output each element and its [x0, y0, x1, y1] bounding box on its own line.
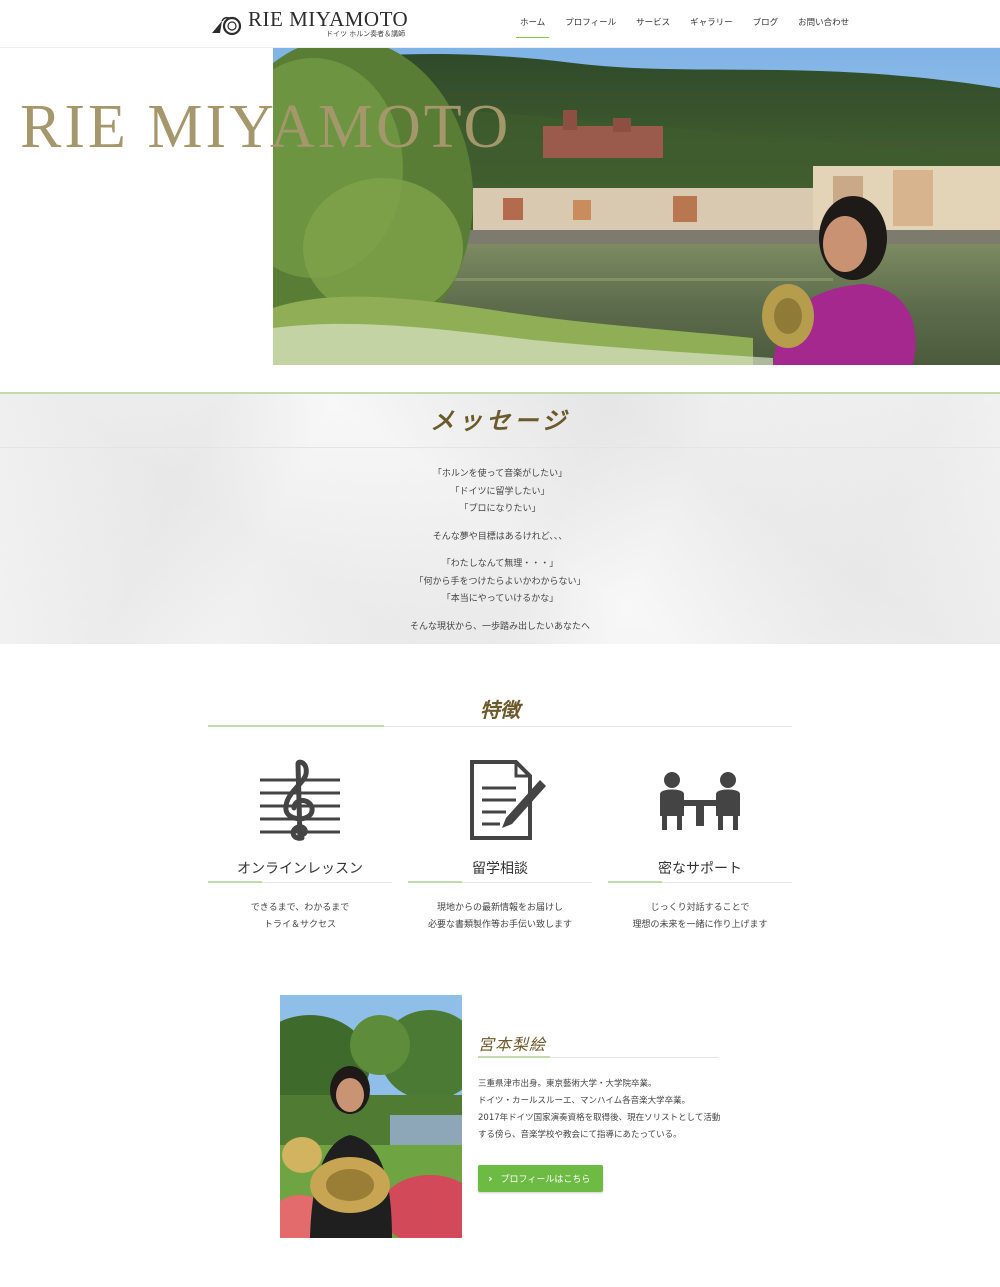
nav-item-profile[interactable]: プロフィール	[561, 0, 620, 48]
feature-desc: 現地からの最新情報をお届けし 必要な書類製作等お手伝い致します	[408, 900, 592, 934]
profile-bio-line: 三重県津市出身。東京藝術大学・大学院卒業。	[478, 1079, 657, 1089]
feature-name: 留学相談	[472, 861, 528, 877]
profile-bio-line: する傍ら、音楽学校や教会にて指導にあたっている。	[478, 1130, 682, 1140]
feature-name: オンラインレッスン	[237, 861, 363, 877]
message-line: そんな夢や目標はあるけれど、、、	[432, 531, 568, 542]
meeting-icon	[660, 772, 740, 830]
main-nav: ホーム プロフィール サービス ギャラリー ブログ お問い合わせ	[516, 0, 865, 48]
profile-divider-accent	[478, 1056, 550, 1058]
features-title: 特徴	[480, 698, 520, 722]
profile-button-label: プロフィールはこちら	[500, 1175, 591, 1185]
message-line: 「本当にやっていけるかな」	[441, 594, 559, 604]
message-line: そんな現状から、一歩踏み出したいあなたへ	[409, 621, 590, 632]
site-header: RIE MIYAMOTO ドイツ ホルン奏者＆講師 ホーム プロフィール サービ…	[0, 0, 1000, 48]
profile-bio: 三重県津市出身。東京藝術大学・大学院卒業。 ドイツ・カールスルーエ、マンハイム各…	[478, 1076, 728, 1144]
logo-name: RIE MIYAMOTO	[248, 7, 409, 31]
feature-divider-accent	[608, 881, 662, 883]
feature-desc-line: 必要な書類製作等お手伝い致します	[427, 920, 572, 930]
message-line: 「わたしなんて無理・・・」	[441, 559, 559, 569]
message-line: 「ホルンを使って音楽がしたい」	[432, 469, 568, 479]
feature-name: 密なサポート	[658, 861, 742, 877]
message-line: 「何から手をつけたらよいかわからない」	[414, 576, 586, 587]
feature-desc: じっくり対話することで 理想の未来を一緒に作り上げます	[608, 900, 792, 934]
feature-support: 密なサポート じっくり対話することで 理想の未来を一緒に作り上げます	[608, 758, 792, 930]
chevron-right-icon: ›	[488, 1172, 493, 1185]
features-divider-accent	[208, 725, 384, 727]
feature-online-lesson: オンラインレッスン できるまで、わかるまで トライ＆サクセス	[208, 758, 392, 930]
nav-item-home[interactable]: ホーム	[516, 0, 550, 48]
treble-clef-icon	[260, 759, 340, 841]
profile-link-button[interactable]: › プロフィールはこちら	[478, 1165, 603, 1192]
feature-divider-accent	[408, 881, 462, 883]
nav-item-blog[interactable]: ブログ	[749, 0, 783, 48]
profile-portrait-image	[280, 995, 462, 1238]
document-pen-icon	[470, 760, 546, 840]
feature-divider-accent	[208, 881, 262, 883]
feature-desc-line: 現地からの最新情報をお届けし	[436, 903, 563, 913]
nav-item-contact[interactable]: お問い合わせ	[794, 0, 853, 48]
horn-logo-icon	[212, 16, 242, 36]
message-line: 「プロになりたい」	[459, 504, 541, 514]
profile-bio-line: 2017年ドイツ国家演奏資格を取得後、現在ソリストとして活動	[478, 1113, 721, 1123]
feature-desc: できるまで、わかるまで トライ＆サクセス	[208, 900, 392, 934]
message-section: メッセージ 「ホルンを使って音楽がしたい」 「ドイツに留学したい」 「プロになり…	[0, 392, 1000, 644]
profile-photo	[280, 995, 462, 1238]
message-line: 「ドイツに留学したい」	[450, 486, 550, 497]
feature-study-abroad: 留学相談 現地からの最新情報をお届けし 必要な書類製作等お手伝い致します	[408, 758, 592, 930]
message-header: メッセージ	[0, 394, 1000, 448]
message-title: メッセージ	[430, 406, 570, 435]
nav-item-service[interactable]: サービス	[632, 0, 674, 48]
feature-desc-line: できるまで、わかるまで	[250, 903, 350, 913]
hero-title: RIE MIYAMOTO	[20, 93, 512, 161]
feature-desc-line: トライ＆サクセス	[263, 920, 336, 930]
logo-subtitle: ドイツ ホルン奏者＆講師	[326, 30, 406, 38]
feature-desc-line: 理想の未来を一緒に作り上げます	[632, 920, 768, 930]
profile-name: 宮本梨絵	[478, 1035, 547, 1054]
hero-section: RIE MIYAMOTO	[0, 48, 1000, 365]
site-logo[interactable]: RIE MIYAMOTO ドイツ ホルン奏者＆講師	[210, 7, 408, 41]
profile-bio-line: ドイツ・カールスルーエ、マンハイム各音楽大学卒業。	[478, 1096, 691, 1106]
nav-item-gallery[interactable]: ギャラリー	[686, 0, 737, 48]
message-body: 「ホルンを使って音楽がしたい」 「ドイツに留学したい」 「プロになりたい」 そん…	[0, 466, 1000, 636]
feature-desc-line: じっくり対話することで	[650, 903, 750, 913]
